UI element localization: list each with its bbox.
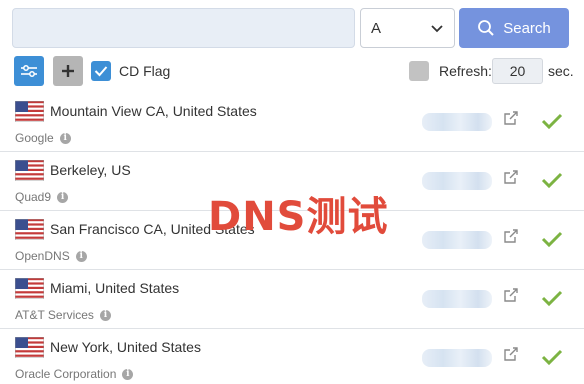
- cd-flag-label: CD Flag: [119, 63, 171, 79]
- external-link-icon[interactable]: [503, 169, 519, 185]
- result-row: Miami, United States AT&T Services i: [0, 270, 584, 329]
- provider-name: AT&T Services: [15, 308, 94, 322]
- info-icon[interactable]: i: [122, 368, 134, 380]
- plus-icon: [62, 65, 74, 77]
- us-flag-icon: [15, 337, 44, 358]
- cd-flag-checkbox[interactable]: [91, 61, 111, 81]
- us-flag-icon: [15, 278, 44, 299]
- refresh-unit-label: sec.: [548, 63, 574, 79]
- server-provider: Quad9 i: [15, 190, 69, 204]
- refresh-label: Refresh:: [439, 63, 492, 79]
- success-check-icon: [541, 290, 563, 307]
- success-check-icon: [541, 113, 563, 130]
- result-row: Mountain View CA, United States Google i: [0, 93, 584, 152]
- success-check-icon: [541, 231, 563, 248]
- external-link-icon[interactable]: [503, 110, 519, 126]
- provider-name: Google: [15, 131, 54, 145]
- record-type-value: A: [371, 19, 382, 37]
- us-flag-icon: [15, 219, 44, 240]
- domain-search-input[interactable]: [12, 8, 355, 48]
- server-provider: OpenDNS i: [15, 249, 87, 263]
- server-location: Berkeley, US: [50, 162, 131, 178]
- server-provider: Oracle Corporation i: [15, 367, 134, 381]
- info-icon[interactable]: i: [57, 191, 69, 203]
- checkmark-icon: [94, 66, 108, 77]
- search-button[interactable]: Search: [459, 8, 569, 48]
- server-provider: Google i: [15, 131, 71, 145]
- refresh-checkbox[interactable]: [409, 61, 429, 81]
- toolbar: CD Flag Refresh: sec.: [0, 56, 584, 86]
- server-location: New York, United States: [50, 339, 201, 355]
- watermark-text: DNS测试: [208, 194, 389, 240]
- result-row: New York, United States Oracle Corporati…: [0, 329, 584, 384]
- filter-settings-button[interactable]: [14, 56, 44, 86]
- resolved-ip-redacted: [422, 349, 492, 367]
- external-link-icon[interactable]: [503, 228, 519, 244]
- info-icon[interactable]: i: [59, 132, 71, 144]
- success-check-icon: [541, 172, 563, 189]
- info-icon[interactable]: i: [75, 250, 87, 262]
- add-server-button[interactable]: [53, 56, 83, 86]
- sliders-icon: [21, 65, 37, 77]
- info-icon[interactable]: i: [99, 309, 111, 321]
- refresh-interval-input[interactable]: [492, 58, 543, 84]
- provider-name: OpenDNS: [15, 249, 70, 263]
- server-provider: AT&T Services i: [15, 308, 111, 322]
- chevron-down-icon: [431, 25, 443, 33]
- server-location: Miami, United States: [50, 280, 180, 296]
- external-link-icon[interactable]: [503, 346, 519, 362]
- resolved-ip-redacted: [422, 290, 492, 308]
- us-flag-icon: [15, 160, 44, 181]
- search-button-label: Search: [503, 19, 551, 37]
- resolved-ip-redacted: [422, 231, 492, 249]
- resolved-ip-redacted: [422, 172, 492, 190]
- resolved-ip-redacted: [422, 113, 492, 131]
- provider-name: Quad9: [15, 190, 52, 204]
- us-flag-icon: [15, 101, 44, 122]
- external-link-icon[interactable]: [503, 287, 519, 303]
- success-check-icon: [541, 349, 563, 366]
- record-type-select[interactable]: A: [360, 8, 455, 48]
- search-icon: [478, 20, 494, 36]
- provider-name: Oracle Corporation: [15, 367, 117, 381]
- server-location: Mountain View CA, United States: [50, 103, 257, 119]
